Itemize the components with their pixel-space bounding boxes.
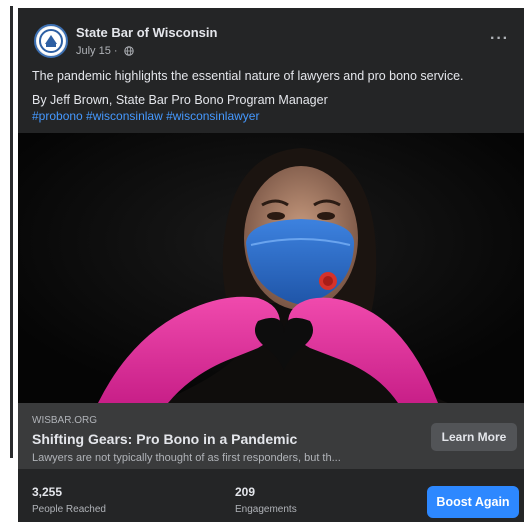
post-text-line-2: By Jeff Brown, State Bar Pro Bono Progra… [32, 93, 328, 107]
link-description: Lawyers are not typically thought of as … [32, 452, 341, 464]
woman-with-mask-heart-hands-photo [18, 133, 524, 403]
engagements-label: Engagements [235, 504, 297, 515]
more-options-icon[interactable]: ··· [490, 30, 509, 48]
post-image[interactable] [18, 133, 524, 403]
post-timestamp[interactable]: July 15 · [76, 45, 134, 57]
page-name-link[interactable]: State Bar of Wisconsin [76, 25, 217, 40]
left-edge-divider [0, 0, 14, 460]
link-domain: WISBAR.ORG [32, 415, 98, 426]
people-reached-value: 3,255 [32, 485, 63, 499]
post-header: State Bar of Wisconsin July 15 · ··· [18, 8, 524, 68]
post-text-line-1: The pandemic highlights the essential na… [32, 69, 464, 83]
state-bar-seal-icon [37, 27, 65, 55]
post-date-text: July 15 · [76, 45, 121, 57]
boost-again-button[interactable]: Boost Again [427, 486, 519, 518]
link-title[interactable]: Shifting Gears: Pro Bono in a Pandemic [32, 431, 297, 447]
globe-icon [123, 46, 134, 56]
people-reached-label: People Reached [32, 504, 106, 515]
page-avatar[interactable] [34, 24, 68, 58]
facebook-post-card: State Bar of Wisconsin July 15 · ··· The… [18, 8, 524, 522]
engagements-value: 209 [235, 485, 256, 499]
post-hashtags[interactable]: #probono #wisconsinlaw #wisconsinlawyer [32, 109, 259, 123]
learn-more-button[interactable]: Learn More [431, 423, 517, 451]
